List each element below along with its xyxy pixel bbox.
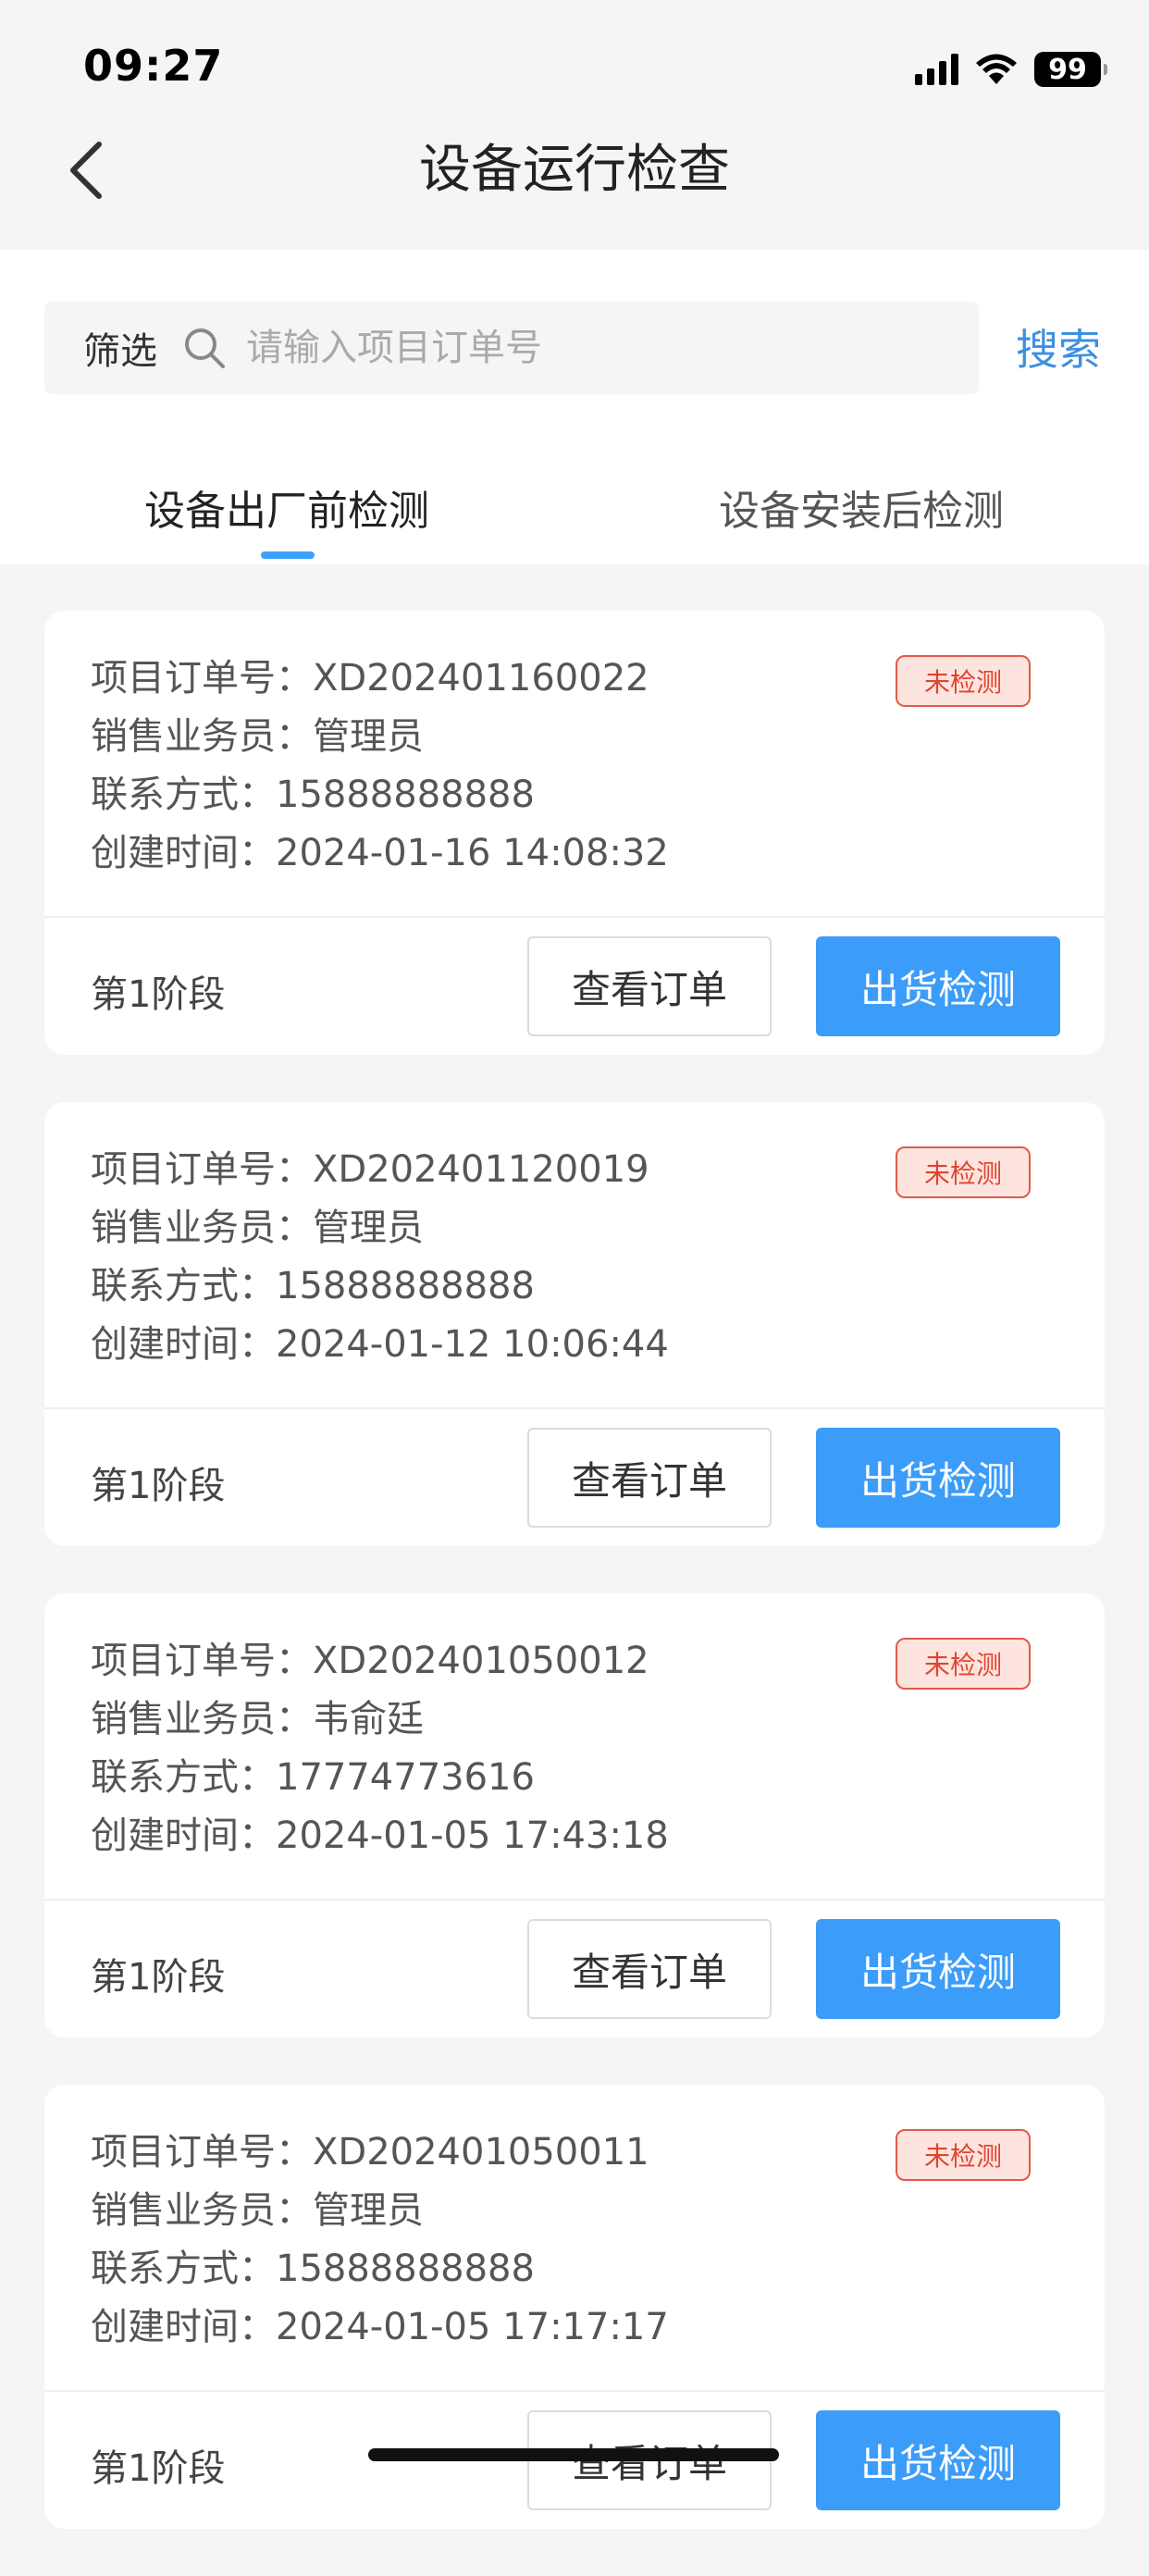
card-footer: 第1阶段 查看订单 出货检测 — [44, 1407, 1105, 1546]
status-badge: 未检测 — [896, 655, 1031, 707]
card-footer: 第1阶段 查看订单 出货检测 — [44, 916, 1105, 1055]
search-area: 筛选 搜索 — [0, 250, 1149, 435]
stage-label: 第1阶段 — [91, 2447, 226, 2490]
view-order-button[interactable]: 查看订单 — [527, 1428, 772, 1528]
back-button[interactable] — [54, 133, 118, 207]
contact: 联系方式：15888888888 — [91, 774, 535, 816]
card-footer: 第1阶段 查看订单 出货检测 — [44, 1899, 1105, 2037]
status-bar: 09:27 99 — [0, 0, 1149, 139]
stage-label: 第1阶段 — [91, 1956, 226, 1999]
contact: 联系方式：15888888888 — [91, 1265, 535, 1307]
salesperson: 销售业务员：管理员 — [91, 1207, 424, 1249]
order-card: 项目订单号：XD202401120019 销售业务员：管理员 联系方式：1588… — [44, 1102, 1105, 1546]
stage-label: 第1阶段 — [91, 973, 226, 1016]
search-icon — [185, 328, 225, 368]
salesperson: 销售业务员：韦俞廷 — [91, 1698, 424, 1740]
created-time: 创建时间：2024-01-16 14:08:32 — [91, 832, 669, 874]
tab-pre-factory-inspection[interactable]: 设备出厂前检测 — [0, 477, 574, 537]
order-list: 项目订单号：XD202401160022 销售业务员：管理员 联系方式：1588… — [44, 611, 1105, 2576]
nav-bar: 设备运行检查 — [0, 139, 1149, 250]
shipment-inspection-button[interactable]: 出货检测 — [816, 1428, 1060, 1528]
shipment-inspection-button[interactable]: 出货检测 — [816, 2410, 1060, 2510]
battery-icon: 99 — [1034, 52, 1107, 87]
created-time: 创建时间：2024-01-05 17:43:18 — [91, 1814, 669, 1857]
stage-label: 第1阶段 — [91, 1465, 226, 1507]
active-tab-indicator — [261, 551, 315, 559]
tab-post-installation-inspection[interactable]: 设备安装后检测 — [574, 477, 1149, 537]
view-order-button[interactable]: 查看订单 — [527, 936, 772, 1036]
order-card: 项目订单号：XD202401050011 销售业务员：管理员 联系方式：1588… — [44, 2085, 1105, 2529]
chevron-left-icon — [70, 142, 102, 199]
search-input[interactable] — [246, 327, 912, 369]
order-info: 项目订单号：XD202401160022 销售业务员：管理员 联系方式：1588… — [44, 611, 1105, 883]
contact: 联系方式：15888888888 — [91, 2248, 535, 2290]
shipment-inspection-button[interactable]: 出货检测 — [816, 1919, 1060, 2019]
wifi-icon — [976, 54, 1017, 84]
created-time: 创建时间：2024-01-05 17:17:17 — [91, 2306, 669, 2348]
page-title: 设备运行检查 — [419, 140, 730, 200]
order-card: 项目订单号：XD202401160022 销售业务员：管理员 联系方式：1588… — [44, 611, 1105, 1055]
created-time: 创建时间：2024-01-12 10:06:44 — [91, 1323, 669, 1366]
order-card: 项目订单号：XD202401050012 销售业务员：韦俞廷 联系方式：1777… — [44, 1593, 1105, 2037]
search-button[interactable]: 搜索 — [1016, 316, 1101, 378]
status-badge: 未检测 — [896, 2129, 1031, 2181]
filter-label[interactable]: 筛选 — [83, 321, 157, 375]
cellular-signal-icon — [915, 54, 958, 85]
status-badge: 未检测 — [896, 1146, 1031, 1198]
order-info: 项目订单号：XD202401120019 销售业务员：管理员 联系方式：1588… — [44, 1102, 1105, 1374]
shipment-inspection-button[interactable]: 出货检测 — [816, 936, 1060, 1036]
status-time: 09:27 — [83, 41, 224, 91]
status-badge: 未检测 — [896, 1638, 1031, 1690]
contact: 联系方式：17774773616 — [91, 1756, 535, 1799]
view-order-button[interactable]: 查看订单 — [527, 1919, 772, 2019]
tab-bar: 设备出厂前检测 设备安装后检测 — [0, 435, 1149, 564]
status-icons: 99 — [915, 48, 1107, 91]
search-box[interactable]: 筛选 — [44, 302, 979, 394]
salesperson: 销售业务员：管理员 — [91, 715, 424, 758]
order-info: 项目订单号：XD202401050011 销售业务员：管理员 联系方式：1588… — [44, 2085, 1105, 2357]
order-info: 项目订单号：XD202401050012 销售业务员：韦俞廷 联系方式：1777… — [44, 1593, 1105, 1865]
home-indicator[interactable] — [368, 2448, 779, 2461]
salesperson: 销售业务员：管理员 — [91, 2189, 424, 2232]
